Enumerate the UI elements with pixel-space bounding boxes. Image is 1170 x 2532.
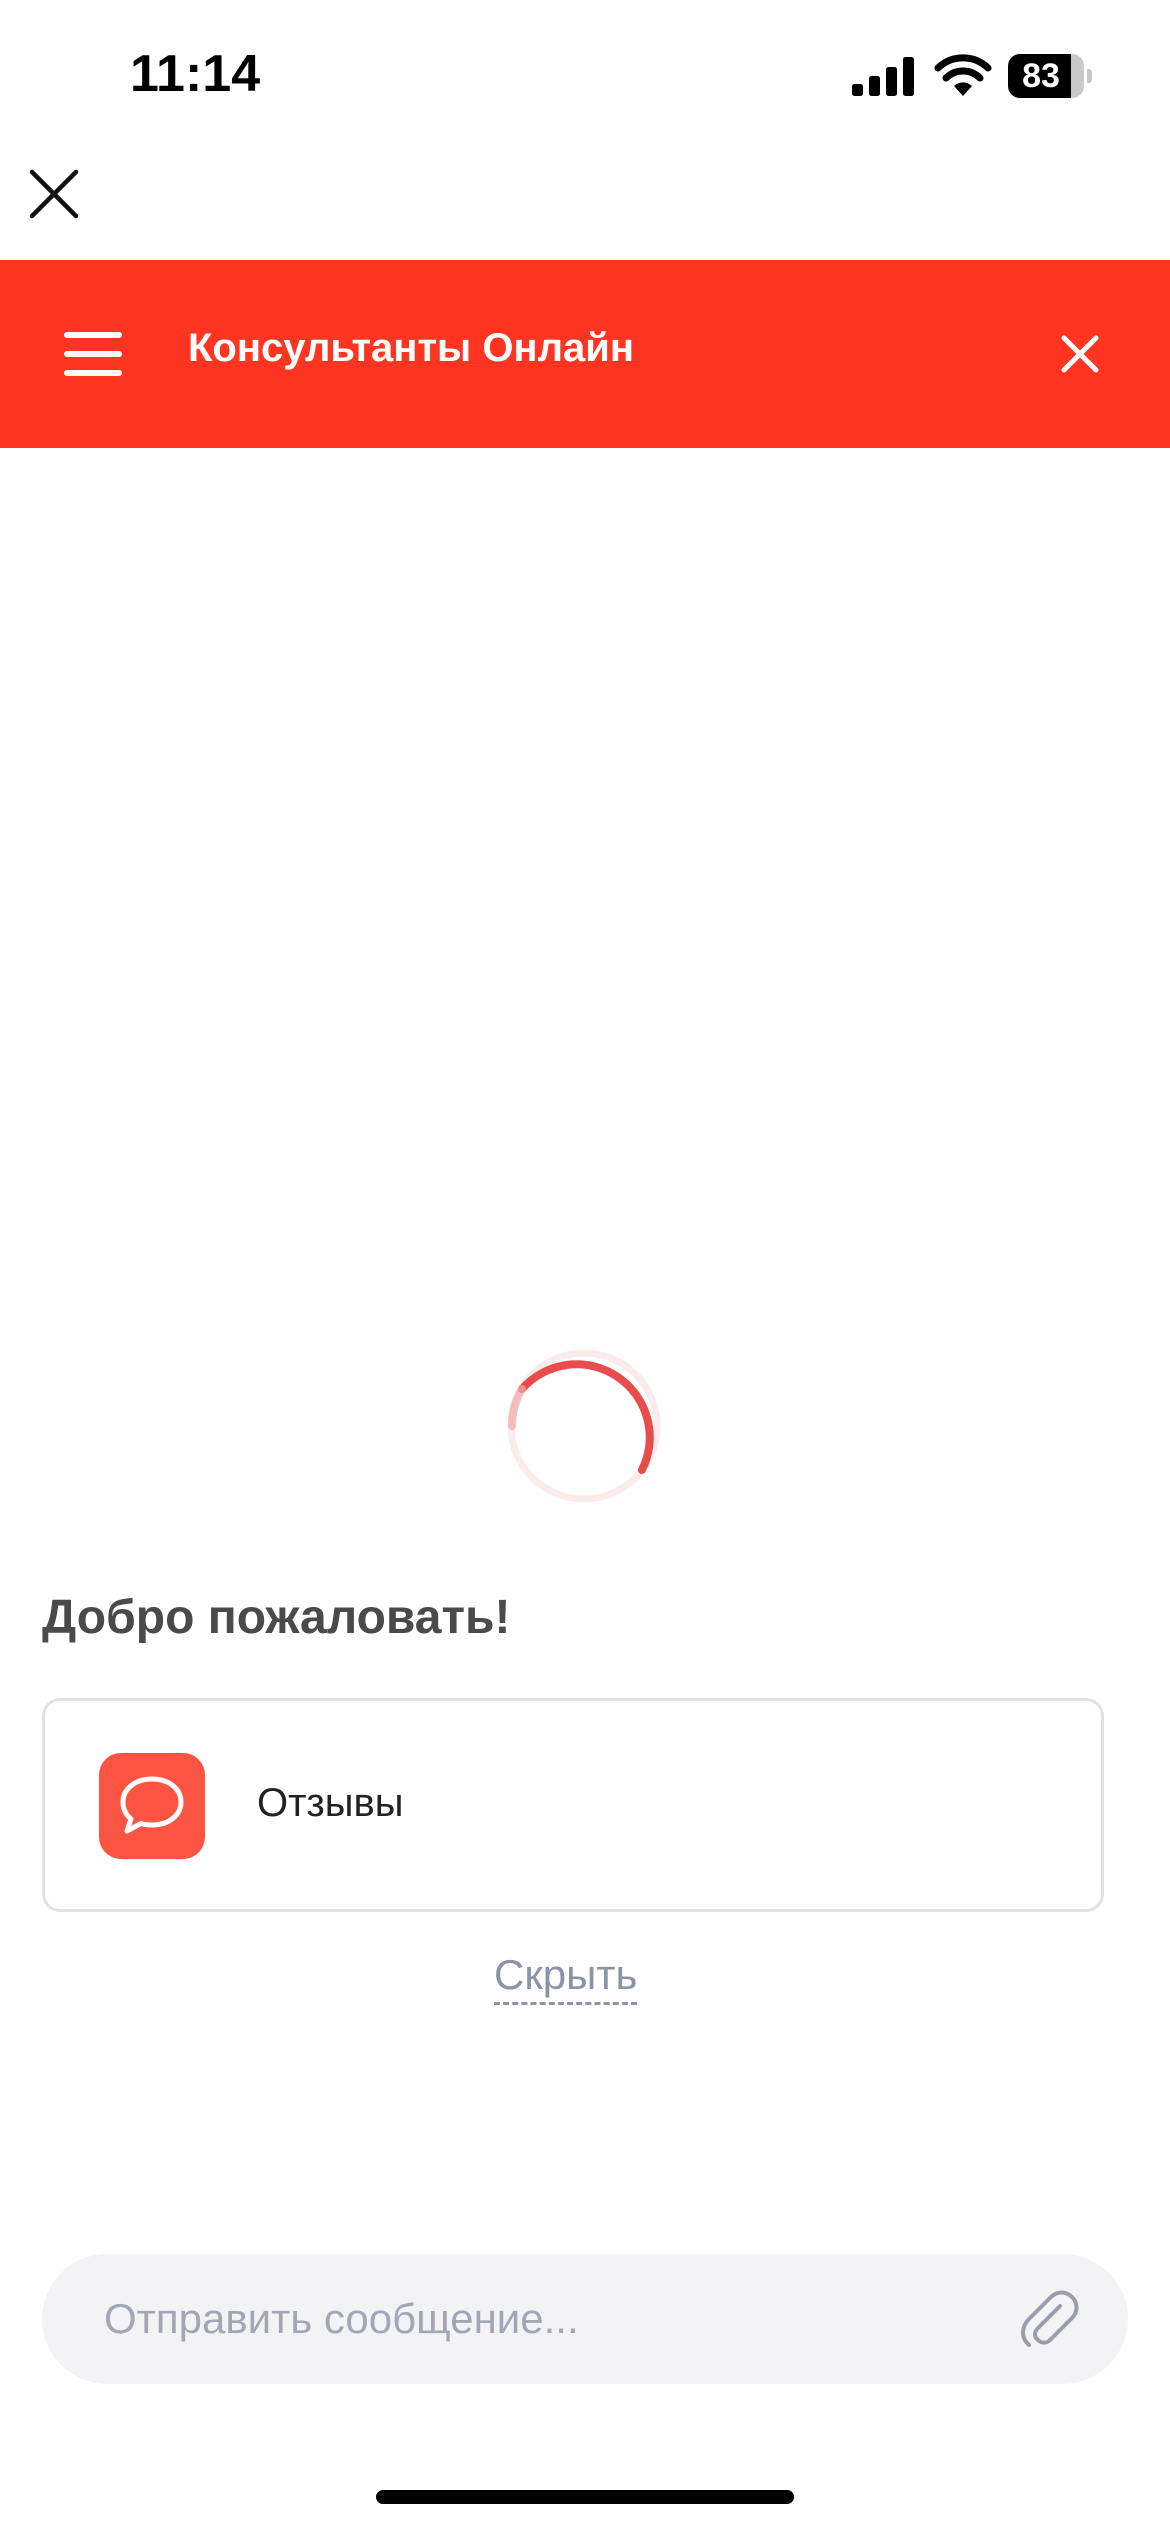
chat-header: Консультанты Онлайн	[0, 260, 1170, 448]
battery-level: 83	[1022, 57, 1060, 95]
close-icon[interactable]	[1058, 332, 1102, 376]
wifi-icon	[934, 54, 992, 96]
header-title: Консультанты Онлайн	[188, 326, 634, 370]
hide-link[interactable]: Скрыть	[494, 1952, 638, 2005]
message-bar	[42, 2254, 1128, 2384]
page: 11:14 83 Консультанты Онлайн Добро пожал…	[0, 0, 1170, 2532]
reviews-icon-badge	[99, 1753, 205, 1859]
status-bar: 11:14 83	[0, 0, 1170, 150]
paperclip-icon[interactable]	[1016, 2286, 1082, 2352]
welcome-title: Добро пожаловать!	[42, 1591, 511, 1644]
reviews-option[interactable]: Отзывы	[42, 1698, 1104, 1912]
reviews-label: Отзывы	[257, 1781, 404, 1825]
battery-icon: 83	[1008, 54, 1092, 98]
status-time: 11:14	[130, 45, 261, 103]
hamburger-menu-icon[interactable]	[64, 330, 122, 378]
cellular-signal-icon	[852, 57, 914, 96]
webview-close-icon[interactable]	[26, 166, 82, 222]
message-input[interactable]	[104, 2254, 1004, 2384]
loading-spinner-icon	[507, 1349, 661, 1503]
home-indicator	[376, 2490, 794, 2504]
speech-bubble-icon	[120, 1776, 184, 1834]
